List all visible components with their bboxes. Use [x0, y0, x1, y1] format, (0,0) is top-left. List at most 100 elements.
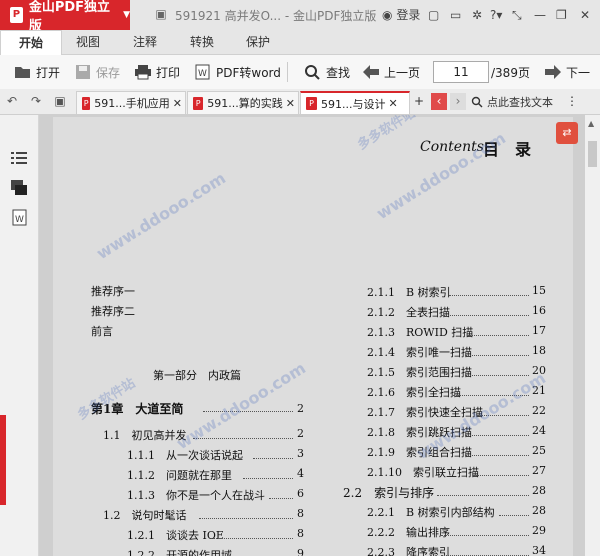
- toc-page-num: 9: [297, 547, 304, 556]
- more-options-icon[interactable]: ⋮: [564, 93, 580, 110]
- toc-entry: 1.2.2 开源的作用域: [127, 549, 232, 556]
- prev-page-label: 上一页: [384, 65, 421, 80]
- fullscreen-icon[interactable]: ⤡: [512, 6, 522, 24]
- doc-tab-label: 591...手机应用: [94, 97, 170, 110]
- doc-tab[interactable]: P 591...算的实践 ✕: [187, 91, 299, 114]
- toc-entry: 1.1.3 你不是一个人在战斗: [127, 489, 265, 502]
- vertical-scrollbar[interactable]: ▲: [585, 115, 600, 556]
- quick-access-pdf-icon[interactable]: ▣: [154, 7, 168, 21]
- svg-text:W: W: [15, 215, 24, 225]
- toc-entry: 推荐序一: [91, 285, 135, 298]
- toc-entry: 1.2.1 谈谈去 IOE: [127, 529, 224, 542]
- doc-tab-label: 591...与设计: [321, 97, 386, 111]
- pdf-file-icon: P: [193, 96, 204, 110]
- close-tab-icon[interactable]: ✕: [389, 97, 398, 110]
- scroll-up-icon[interactable]: ▲: [588, 119, 594, 128]
- toc-page-num: 25: [532, 444, 546, 457]
- scrollbar-thumb[interactable]: [588, 141, 597, 167]
- toc-part-heading: 第一部分 内政篇: [153, 369, 241, 382]
- toc-leader: [213, 538, 293, 539]
- thumbnails-icon[interactable]: [10, 179, 28, 197]
- convert-doc-icon: ⇄: [562, 126, 572, 139]
- new-tab-plus-icon[interactable]: +: [411, 93, 427, 110]
- app-brand-label: 金山PDF独立版: [28, 0, 111, 34]
- folder-open-icon: [15, 67, 30, 78]
- watermark-text: www.ddooo.com: [93, 168, 230, 264]
- help-caret: ▾: [496, 8, 503, 22]
- pdf-to-word-button[interactable]: W PDF转word: [194, 62, 281, 82]
- toc-leader: [465, 355, 529, 356]
- doc-tab-active[interactable]: P 591...与设计 ✕: [300, 91, 410, 114]
- open-label: 打开: [36, 65, 61, 80]
- restore-icon[interactable]: ❐: [556, 6, 567, 24]
- toc-entry: 2.1.5 索引范围扫描: [367, 366, 472, 379]
- login-button[interactable]: ◉ 登录: [382, 6, 420, 24]
- toc-entry: 2.1.3 ROWID 扫描: [367, 326, 474, 339]
- tab-view[interactable]: 视图: [68, 30, 108, 54]
- page-total-label: /389页: [491, 66, 530, 80]
- tab-convert[interactable]: 转换: [182, 30, 222, 54]
- toc-page-num: 28: [532, 504, 546, 517]
- search-text-field[interactable]: 点此查找文本: [471, 93, 553, 110]
- close-tab-icon[interactable]: ✕: [173, 97, 182, 110]
- toc-leader: [193, 438, 293, 439]
- toc-section: 2.2 索引与排序: [343, 486, 435, 500]
- prev-page-button[interactable]: 上一页: [362, 62, 420, 82]
- document-viewport[interactable]: Contents 目 录 推荐序一 推荐序二 前言 第一部分 内政篇 第1章 大…: [39, 115, 585, 556]
- close-icon[interactable]: ✕: [580, 6, 590, 24]
- word-doc-icon: W: [195, 64, 210, 80]
- toc-leader: [199, 518, 293, 519]
- ribbon-tabs: 开始 视图 注释 转换 保护: [0, 30, 600, 56]
- tab-scroll-right-icon[interactable]: ›: [450, 93, 466, 110]
- message-icon[interactable]: ▢: [428, 6, 439, 24]
- find-button[interactable]: 查找: [304, 62, 350, 82]
- minimize-icon[interactable]: —: [534, 6, 546, 24]
- next-page-button[interactable]: 下一: [544, 62, 590, 82]
- open-button[interactable]: 打开: [14, 62, 60, 82]
- toc-entry: 2.1.6 索引全扫描: [367, 386, 461, 399]
- toc-page-num: 18: [532, 344, 546, 357]
- toc-entry: 1.1.2 问题就在那里: [127, 469, 232, 482]
- floating-convert-button[interactable]: ⇄: [556, 122, 578, 144]
- pdf-to-word-label: PDF转word: [216, 65, 281, 80]
- redo-icon[interactable]: ↷: [28, 93, 44, 110]
- undo-icon[interactable]: ↶: [4, 93, 20, 110]
- print-button[interactable]: 打印: [134, 62, 180, 82]
- tab-protect[interactable]: 保护: [238, 30, 278, 54]
- tab-annotate[interactable]: 注释: [125, 30, 165, 54]
- pdf-page: Contents 目 录 推荐序一 推荐序二 前言 第一部分 内政篇 第1章 大…: [53, 115, 573, 556]
- toc-leader: [467, 335, 529, 336]
- find-label: 查找: [326, 65, 351, 80]
- toc-leader: [465, 455, 529, 456]
- outline-list-icon[interactable]: [10, 149, 28, 167]
- close-tab-icon[interactable]: ✕: [286, 97, 295, 110]
- toc-entry: 前言: [91, 325, 113, 338]
- save-small-icon[interactable]: ▣: [52, 93, 68, 110]
- tab-start[interactable]: 开始: [0, 30, 62, 56]
- print-label: 打印: [156, 65, 181, 80]
- toc-leader: [465, 435, 529, 436]
- settings-gear-icon[interactable]: ✲: [472, 6, 482, 24]
- toc-page-num: 34: [532, 544, 546, 556]
- save-icon: [76, 65, 90, 79]
- toc-page-num: 8: [297, 507, 304, 520]
- login-label: 登录: [396, 8, 421, 22]
- word-convert-icon[interactable]: W: [10, 209, 28, 227]
- toc-page-num: 6: [297, 487, 304, 500]
- save-button[interactable]: 保存: [74, 62, 120, 82]
- page-number-input[interactable]: 11: [433, 61, 489, 83]
- help-button[interactable]: ?▾: [490, 6, 502, 24]
- toc-page-num: 22: [532, 404, 546, 417]
- document-tab-bar: ↶ ↷ ▣ P 591...手机应用 ✕ P 591...算的实践 ✕ P 59…: [0, 89, 600, 115]
- skin-icon[interactable]: ▭: [450, 6, 461, 24]
- app-brand-menu[interactable]: P 金山PDF独立版 ▼: [0, 0, 130, 34]
- doc-tab[interactable]: P 591...手机应用 ✕: [76, 91, 186, 114]
- toc-leader: [253, 458, 293, 459]
- search-icon: [305, 65, 320, 80]
- pdf-file-icon: P: [306, 97, 317, 110]
- sidebar-collapse-handle[interactable]: [0, 415, 6, 505]
- toc-page-num: 2: [297, 427, 304, 440]
- tab-scroll-left-icon[interactable]: ‹: [431, 93, 447, 110]
- toc-page-num: 3: [297, 447, 304, 460]
- pdf-file-icon: P: [82, 96, 91, 110]
